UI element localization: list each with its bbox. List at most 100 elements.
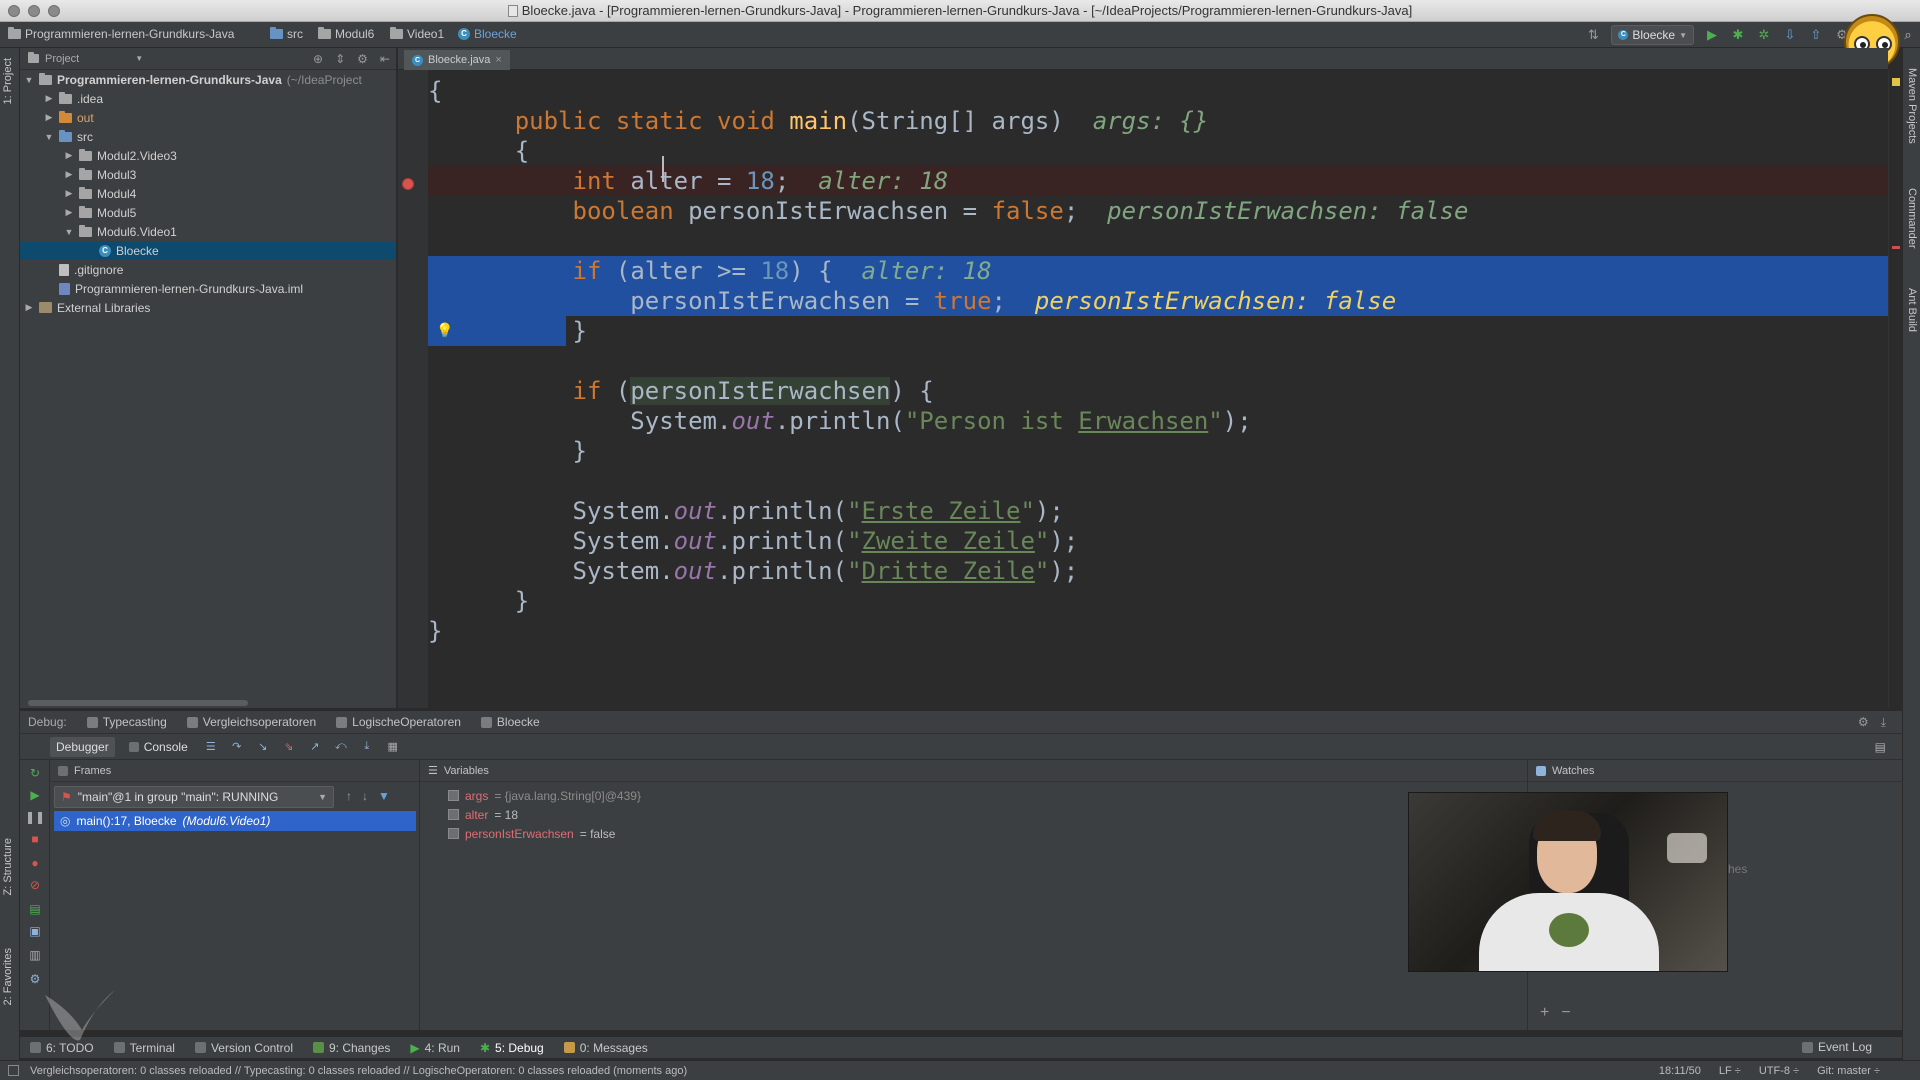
chevron-right-icon[interactable]: ▶ bbox=[64, 150, 74, 161]
file-encoding[interactable]: UTF-8 ÷ bbox=[1759, 1065, 1799, 1077]
warning-marker-icon[interactable] bbox=[1892, 78, 1900, 86]
vcs-update-icon[interactable]: ⇩ bbox=[1782, 27, 1798, 43]
breadcrumb-modul6[interactable]: Modul6 bbox=[318, 27, 374, 41]
editor-gutter[interactable] bbox=[398, 70, 428, 708]
commander-tool-tab[interactable]: Commander bbox=[1906, 188, 1918, 249]
add-watch-button[interactable]: + bbox=[1540, 1004, 1549, 1022]
gear-icon[interactable]: ⚙ bbox=[28, 972, 42, 986]
tree-item[interactable]: ▶ Modul3 bbox=[64, 165, 136, 184]
collapse-all-icon[interactable]: ⇕ bbox=[335, 52, 345, 66]
remove-watch-button[interactable]: − bbox=[1561, 1004, 1570, 1022]
debug-tab-typecasting[interactable]: Typecasting bbox=[86, 715, 167, 729]
code-editor[interactable]: { public static void main(String[] args)… bbox=[428, 70, 1888, 708]
tree-item[interactable]: ▶ External Libraries bbox=[24, 298, 151, 317]
tree-item[interactable]: ▼ src bbox=[44, 127, 93, 146]
tree-item[interactable]: ▶ Modul5 bbox=[64, 203, 136, 222]
vcs-commit-icon[interactable]: ⇧ bbox=[1808, 27, 1824, 43]
chevron-down-icon[interactable]: ▼ bbox=[135, 54, 143, 63]
chevron-down-icon[interactable]: ▼ bbox=[44, 132, 54, 142]
chevron-right-icon[interactable]: ▶ bbox=[44, 93, 54, 104]
terminal-tool-button[interactable]: Terminal bbox=[113, 1041, 175, 1055]
chevron-right-icon[interactable]: ▶ bbox=[24, 302, 34, 313]
coverage-icon[interactable]: ✲ bbox=[1756, 27, 1772, 43]
drop-frame-icon[interactable]: ⤺ bbox=[332, 738, 350, 756]
hide-panel-icon[interactable]: ⇤ bbox=[380, 52, 390, 66]
breakpoint-icon[interactable] bbox=[402, 178, 414, 190]
variable-row[interactable]: personIstErwachsen = false bbox=[448, 824, 615, 843]
view-breakpoints-icon[interactable]: ● bbox=[28, 856, 42, 870]
breadcrumb-bloecke[interactable]: C Bloecke bbox=[458, 27, 517, 41]
gear-icon[interactable]: ⚙ bbox=[1858, 715, 1869, 730]
breadcrumb-video1[interactable]: Video1 bbox=[390, 27, 444, 41]
step-out-icon[interactable]: ↗ bbox=[306, 738, 324, 756]
tree-item-selected[interactable]: C Bloecke bbox=[20, 241, 396, 260]
hide-panel-icon[interactable]: ⤓ bbox=[1881, 715, 1886, 730]
debug-tab-bloecke[interactable]: Bloecke bbox=[480, 715, 540, 729]
arrow-down-icon[interactable]: ↓ bbox=[362, 789, 368, 803]
pin-icon[interactable]: ▥ bbox=[28, 948, 42, 962]
pause-icon[interactable]: ❚❚ bbox=[25, 810, 45, 824]
tree-item[interactable]: ▶ Modul2.Video3 bbox=[64, 146, 177, 165]
show-execution-point-icon[interactable]: ☰ bbox=[202, 738, 220, 756]
maven-tool-tab[interactable]: Maven Projects bbox=[1906, 68, 1918, 144]
resume-icon[interactable]: ▶ bbox=[28, 788, 42, 802]
variable-row[interactable]: args = {java.lang.String[0]@439} bbox=[448, 786, 641, 805]
breadcrumb-project[interactable]: Programmieren-lernen-Grundkurs-Java bbox=[8, 27, 234, 41]
thread-select[interactable]: ⚑ "main"@1 in group "main": RUNNING ▼ bbox=[54, 786, 334, 808]
tree-item[interactable]: .gitignore bbox=[44, 260, 123, 279]
chevron-right-icon[interactable]: ▶ bbox=[64, 169, 74, 180]
tree-item[interactable]: ▶ Modul4 bbox=[64, 184, 136, 203]
chevron-down-icon[interactable]: ▼ bbox=[24, 75, 34, 85]
step-into-icon[interactable]: ↘ bbox=[254, 738, 272, 756]
run-icon[interactable]: ▶ bbox=[1704, 27, 1720, 43]
get-thread-dump-icon[interactable]: ▤ bbox=[28, 902, 42, 916]
tree-item[interactable]: ▶ out bbox=[44, 108, 94, 127]
frame-row-selected[interactable]: ◎ main():17, Bloecke (Modul6.Video1) bbox=[54, 811, 416, 831]
changes-tool-button[interactable]: 9: Changes bbox=[312, 1041, 390, 1055]
tree-item[interactable]: Programmieren-lernen-Grundkurs-Java.iml bbox=[44, 279, 303, 298]
favorites-tool-tab[interactable]: 2: Favorites bbox=[2, 948, 14, 1005]
messages-tool-button[interactable]: 0: Messages bbox=[563, 1041, 648, 1055]
tree-item[interactable]: ▼ Programmieren-lernen-Grundkurs-Java (~/I… bbox=[24, 70, 362, 89]
debug-tool-button[interactable]: ✱ 5: Debug bbox=[480, 1041, 544, 1055]
error-marker-icon[interactable] bbox=[1892, 246, 1900, 249]
settings-icon[interactable]: ▣ bbox=[28, 924, 42, 938]
toggle-tool-windows-icon[interactable] bbox=[8, 1065, 19, 1076]
version-control-tool-button[interactable]: Version Control bbox=[194, 1041, 293, 1055]
mute-breakpoints-icon[interactable]: ⊘ bbox=[28, 878, 42, 892]
scroll-from-source-icon[interactable]: ⊕ bbox=[313, 52, 323, 66]
evaluate-expression-icon[interactable]: ▦ bbox=[384, 738, 402, 756]
restore-layout-icon[interactable]: ▤ bbox=[1875, 740, 1886, 754]
gear-icon[interactable]: ⚙ bbox=[357, 52, 368, 66]
run-to-cursor-icon[interactable]: ⤓ bbox=[358, 738, 376, 756]
run-tool-button[interactable]: ▶ 4: Run bbox=[410, 1041, 460, 1055]
caret-position[interactable]: 18:11/50 bbox=[1659, 1065, 1701, 1077]
line-separator[interactable]: LF ÷ bbox=[1719, 1065, 1741, 1077]
variable-row[interactable]: alter = 18 bbox=[448, 805, 518, 824]
tab-console[interactable]: Console bbox=[123, 737, 194, 757]
filter-icon[interactable]: ▼ bbox=[378, 789, 390, 803]
event-log-button[interactable]: Event Log bbox=[1801, 1040, 1872, 1054]
debug-tab-logischeoperatoren[interactable]: LogischeOperatoren bbox=[336, 715, 461, 729]
git-branch[interactable]: Git: master ÷ bbox=[1817, 1065, 1880, 1077]
debug-tab-vergleichsoperatoren[interactable]: Vergleichsoperatoren bbox=[186, 715, 316, 729]
breadcrumb-src[interactable]: src bbox=[270, 27, 303, 41]
force-step-into-icon[interactable]: ⇘ bbox=[280, 738, 298, 756]
run-configuration-select[interactable]: C Bloecke ▼ bbox=[1611, 25, 1694, 45]
editor-error-stripe[interactable] bbox=[1888, 70, 1902, 708]
tree-item[interactable]: ▼ Modul6.Video1 bbox=[64, 222, 177, 241]
tab-bloecke-java[interactable]: C Bloecke.java × bbox=[404, 50, 510, 70]
project-tool-tab[interactable]: 1: Project bbox=[2, 58, 14, 104]
rerun-icon[interactable]: ↻ bbox=[28, 766, 42, 780]
search-icon[interactable]: ⌕ bbox=[1900, 27, 1916, 43]
arrow-up-icon[interactable]: ↑ bbox=[346, 789, 352, 803]
lightbulb-icon[interactable]: 💡 bbox=[436, 322, 453, 339]
chevron-right-icon[interactable]: ▶ bbox=[44, 112, 54, 123]
chevron-right-icon[interactable]: ▶ bbox=[64, 207, 74, 218]
structure-tool-tab[interactable]: Z: Structure bbox=[2, 838, 14, 895]
stop-icon[interactable]: ■ bbox=[28, 832, 42, 846]
close-tab-icon[interactable]: × bbox=[495, 54, 501, 66]
chevron-right-icon[interactable]: ▶ bbox=[64, 188, 74, 199]
tree-item[interactable]: ▶ .idea bbox=[44, 89, 103, 108]
step-over-icon[interactable]: ↷ bbox=[228, 738, 246, 756]
